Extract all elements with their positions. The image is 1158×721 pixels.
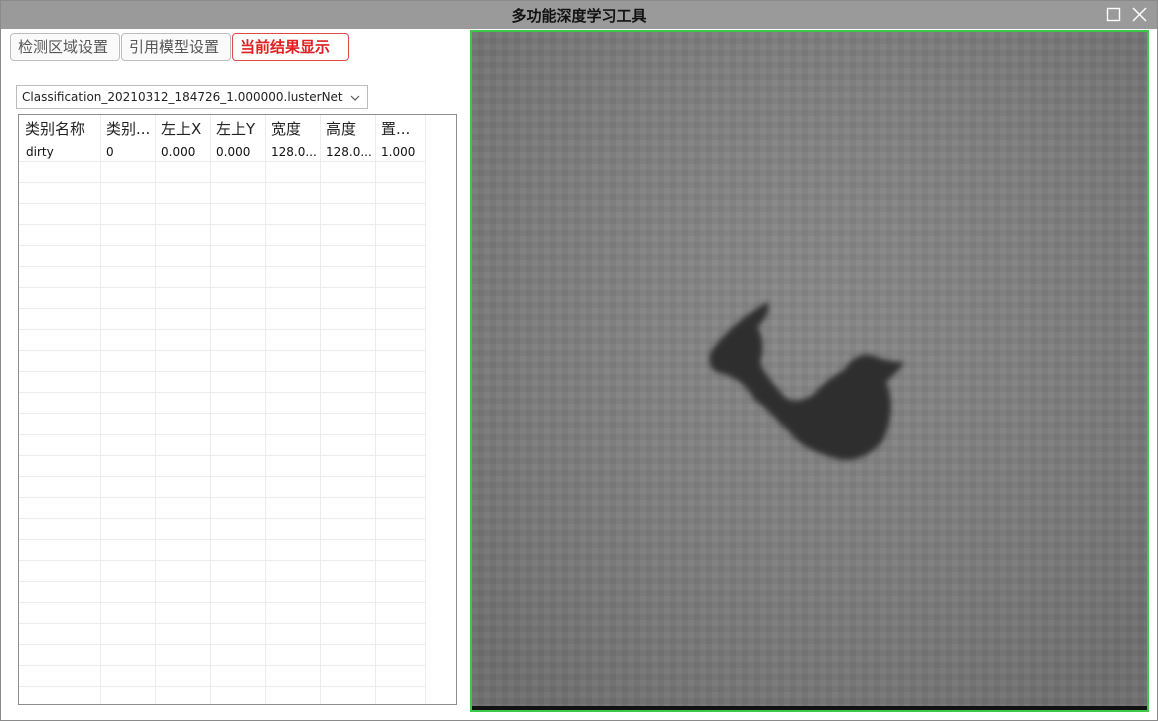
row-divider (19, 371, 425, 372)
row-divider (19, 602, 425, 603)
header-width[interactable]: 宽度 (271, 117, 319, 141)
row-divider (19, 518, 425, 519)
row-divider (19, 161, 425, 162)
image-viewer[interactable] (470, 30, 1149, 712)
title-bar[interactable]: 多功能深度学习工具 (1, 1, 1157, 29)
row-divider (19, 266, 425, 267)
row-divider (19, 623, 425, 624)
row-divider (19, 665, 425, 666)
row-divider (19, 413, 425, 414)
window-title: 多功能深度学习工具 (511, 7, 647, 25)
row-divider (19, 686, 425, 687)
inspection-image (472, 32, 1147, 710)
header-class-name[interactable]: 类别名称 (25, 117, 99, 141)
row-divider (19, 455, 425, 456)
tab-detection-area[interactable]: 检测区域设置 (10, 33, 120, 61)
cell-width: 128.0... (271, 145, 317, 159)
header-confidence[interactable]: 置... (381, 117, 423, 141)
row-divider (19, 497, 425, 498)
header-height[interactable]: 高度 (326, 117, 374, 141)
model-select[interactable]: Classification_20210312_184726_1.000000.… (16, 85, 368, 109)
row-divider (19, 203, 425, 204)
tab-current-results[interactable]: 当前结果显示 (232, 33, 349, 61)
row-divider (19, 644, 425, 645)
results-table[interactable]: 类别名称 类别... 左上X 左上Y 宽度 高度 置... dirty 0 0.… (18, 114, 457, 705)
cell-top-left-x: 0.000 (161, 145, 196, 159)
row-divider (19, 308, 425, 309)
cell-class-id: 0 (106, 145, 114, 159)
row-divider (19, 581, 425, 582)
header-top-left-y[interactable]: 左上Y (216, 117, 264, 141)
row-divider (19, 182, 425, 183)
maximize-button[interactable] (1104, 5, 1124, 25)
row-divider (19, 287, 425, 288)
header-top-left-x[interactable]: 左上X (161, 117, 209, 141)
close-button[interactable] (1130, 5, 1150, 25)
close-icon (1132, 7, 1147, 22)
header-class-id[interactable]: 类别... (106, 117, 154, 141)
row-divider (19, 560, 425, 561)
row-divider (19, 434, 425, 435)
cell-height: 128.0... (326, 145, 372, 159)
row-divider (19, 329, 425, 330)
cell-class-name: dirty (26, 145, 54, 159)
tab-model-settings[interactable]: 引用模型设置 (121, 33, 231, 61)
row-divider (19, 245, 425, 246)
row-divider (19, 350, 425, 351)
app-window: 多功能深度学习工具 检测区域设置 引用模型设置 当前结果显示 Classific… (0, 0, 1158, 721)
row-divider (19, 539, 425, 540)
maximize-icon (1106, 7, 1121, 22)
row-divider (19, 392, 425, 393)
model-select-value: Classification_20210312_184726_1.000000.… (22, 90, 343, 104)
chevron-down-icon (350, 95, 360, 101)
row-divider (19, 476, 425, 477)
cell-confidence: 1.000 (381, 145, 416, 159)
column-divider (425, 115, 426, 704)
row-divider (19, 224, 425, 225)
cell-top-left-y: 0.000 (216, 145, 251, 159)
